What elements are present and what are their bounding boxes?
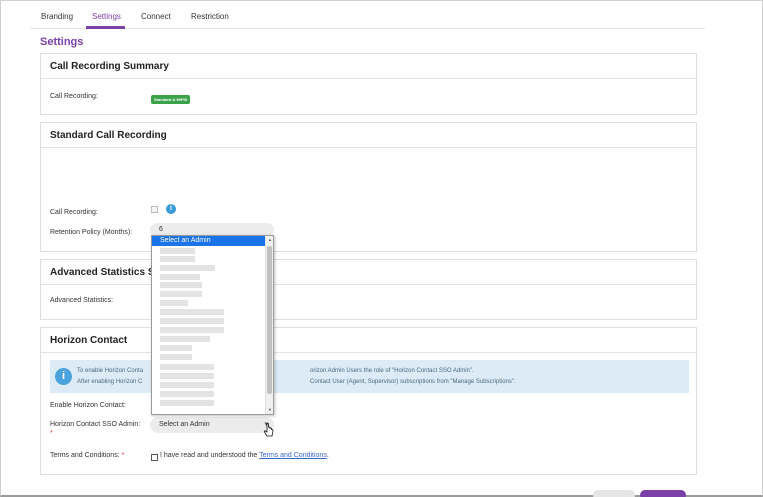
card-title: Call Recording Summary <box>41 54 696 79</box>
sso-admin-required-mark: * <box>50 430 53 437</box>
tab-restriction[interactable]: Restriction <box>191 12 229 21</box>
standard-call-recording-card: Standard Call Recording Call Recording: … <box>40 122 697 252</box>
terms-checkbox[interactable] <box>151 454 158 461</box>
advanced-statistics-card: Advanced Statistics S Advanced Statistic… <box>40 259 697 320</box>
horizon-contact-card: Horizon Contact i To enable Horizon Cont… <box>40 327 697 475</box>
dropdown-option[interactable] <box>160 391 214 397</box>
dropdown-option[interactable] <box>160 256 195 262</box>
advanced-statistics-label: Advanced Statistics: <box>50 297 114 304</box>
card-title: Standard Call Recording <box>41 123 696 148</box>
dropdown-option[interactable] <box>160 300 188 306</box>
terms-label: Terms and Conditions: * <box>50 452 125 459</box>
dropdown-option[interactable] <box>160 318 224 324</box>
dropdown-option[interactable] <box>160 274 200 280</box>
terms-link[interactable]: Terms and Conditions <box>259 452 327 459</box>
dropdown-option[interactable] <box>160 248 195 254</box>
sso-admin-label: Horizon Contact SSO Admin: <box>50 421 141 428</box>
call-recording-summary-label: Call Recording: <box>50 93 98 100</box>
call-recording-summary-card: Call Recording Summary Call Recording: S… <box>40 53 697 115</box>
banner-text-line2-left: After enabling Horizon C <box>77 379 143 385</box>
dropdown-option[interactable] <box>160 327 224 333</box>
dropdown-option[interactable] <box>160 345 192 351</box>
scroll-thumb[interactable] <box>267 246 272 394</box>
save-button[interactable] <box>640 490 686 497</box>
pointer-hand-icon <box>263 423 274 437</box>
dropdown-option[interactable] <box>160 373 214 379</box>
settings-tabs: Branding Settings Connect Restriction <box>30 5 705 29</box>
banner-text-line1-right: orizon Admin Users the role of "Horizon … <box>310 368 474 374</box>
call-recording-checkbox[interactable] <box>151 206 158 213</box>
dropdown-option[interactable] <box>160 282 202 288</box>
dropdown-option[interactable] <box>160 382 214 388</box>
dropdown-option[interactable] <box>160 400 214 406</box>
sso-admin-select[interactable]: Select an Admin ▾ <box>150 417 274 433</box>
enable-horizon-contact-label: Enable Horizon Contact: <box>50 402 126 409</box>
card-title: Advanced Statistics S <box>41 260 696 285</box>
banner-text-line1-left: To enable Horizon Conta <box>77 368 144 374</box>
dropdown-option[interactable] <box>160 336 210 342</box>
admin-dropdown-list[interactable]: Select an Admin ▲ ▼ <box>151 235 274 415</box>
info-icon[interactable]: i <box>166 204 176 214</box>
info-icon: i <box>55 368 72 385</box>
retention-policy-label: Retention Policy (Months): <box>50 229 133 236</box>
dropdown-scrollbar[interactable]: ▲ ▼ <box>265 236 273 414</box>
cancel-button[interactable] <box>593 490 635 497</box>
scroll-up-arrow-icon[interactable]: ▲ <box>267 237 273 242</box>
dropdown-option[interactable] <box>160 364 214 370</box>
status-badge: Standard & MiFID <box>151 95 191 104</box>
info-banner: i To enable Horizon Conta orizon Admin U… <box>50 360 689 393</box>
tab-connect[interactable]: Connect <box>141 12 171 21</box>
card-title: Horizon Contact <box>41 328 696 353</box>
scroll-down-arrow-icon[interactable]: ▼ <box>267 407 273 412</box>
dropdown-option[interactable] <box>160 265 215 271</box>
page-title: Settings <box>40 36 84 48</box>
active-tab-indicator <box>86 26 125 29</box>
tab-branding[interactable]: Branding <box>41 12 73 21</box>
tab-settings[interactable]: Settings <box>92 12 121 21</box>
dropdown-option[interactable] <box>160 354 192 360</box>
dropdown-option-selected[interactable]: Select an Admin <box>152 236 265 246</box>
terms-text: I have read and understood the Terms and… <box>160 452 329 459</box>
banner-text-line2-right: Contact User (Agent, Supervisor) subscri… <box>310 379 516 385</box>
dropdown-option[interactable] <box>160 309 224 315</box>
dropdown-option[interactable] <box>160 291 202 297</box>
call-recording-label: Call Recording: <box>50 209 98 216</box>
